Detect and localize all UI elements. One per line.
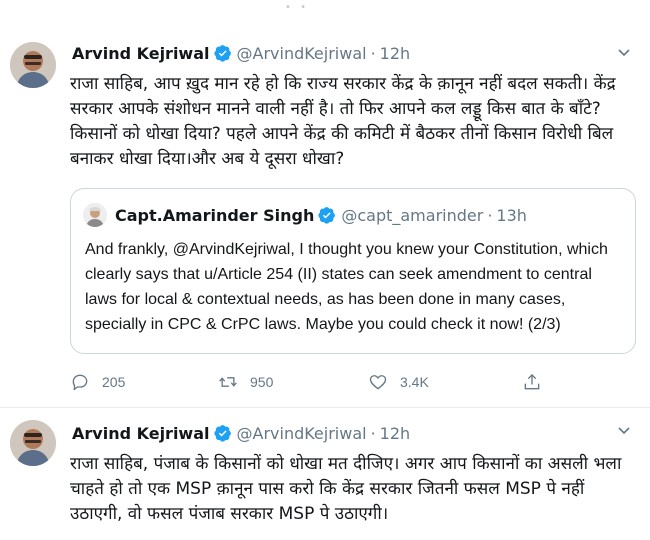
previous-tweet-edge: • • — [0, 0, 650, 14]
like-count: 3.4K — [400, 374, 429, 390]
verified-badge-icon — [318, 207, 336, 224]
retweet-button[interactable]: 950 — [218, 370, 273, 394]
quoted-header: Capt.Amarinder Singh @capt_amarinder · 1… — [115, 203, 527, 227]
reply-count: 205 — [102, 374, 126, 390]
tweet[interactable]: Arvind Kejriwal @ArvindKejriwal · 12h रा… — [0, 410, 650, 540]
avatar[interactable] — [10, 420, 56, 466]
quoted-tweet[interactable]: Capt.Amarinder Singh @capt_amarinder · 1… — [70, 188, 636, 354]
separator-dot: · — [370, 423, 376, 443]
separator-dot: · — [370, 43, 376, 63]
quoted-avatar — [83, 203, 107, 227]
share-button[interactable] — [522, 370, 542, 394]
verified-badge-icon — [213, 45, 231, 62]
chevron-down-icon[interactable] — [616, 44, 632, 60]
author-handle[interactable]: @ArvindKejriwal — [237, 44, 367, 63]
retweet-count: 950 — [250, 374, 274, 390]
reply-icon — [72, 374, 88, 391]
quoted-time: 13h — [496, 205, 527, 225]
avatar[interactable] — [10, 42, 56, 88]
tweet-text: राजा साहिब, आप ख़ुद मान रहे हो कि राज्य … — [70, 74, 616, 169]
more-dots: • • — [285, 2, 309, 13]
separator-dot: · — [487, 205, 493, 225]
reply-button[interactable]: 205 — [70, 370, 125, 394]
share-icon — [524, 373, 540, 390]
author-name[interactable]: Arvind Kejriwal — [72, 424, 210, 443]
verified-badge-icon — [213, 425, 231, 442]
retweet-icon — [219, 377, 237, 387]
tweet-text: राजा साहिब, पंजाब के किसानों को धोखा मत … — [70, 454, 622, 524]
quoted-author-name: Capt.Amarinder Singh — [115, 205, 315, 225]
tweet-actions: 205 950 3.4K — [70, 370, 550, 394]
quoted-text: And frankly, @ArvindKejriwal, I thought … — [85, 241, 608, 333]
author-name[interactable]: Arvind Kejriwal — [72, 44, 210, 63]
tweet-header: Arvind Kejriwal @ArvindKejriwal · 12h — [72, 42, 410, 64]
heart-icon — [369, 375, 387, 390]
tweet[interactable]: Arvind Kejriwal @ArvindKejriwal · 12h रा… — [0, 28, 650, 408]
quoted-author-handle: @capt_amarinder — [341, 205, 484, 225]
tweet-time[interactable]: 12h — [380, 424, 411, 443]
like-button[interactable]: 3.4K — [368, 370, 429, 394]
tweet-time[interactable]: 12h — [380, 44, 411, 63]
chevron-down-icon[interactable] — [616, 422, 632, 438]
author-handle[interactable]: @ArvindKejriwal — [237, 424, 367, 443]
tweet-header: Arvind Kejriwal @ArvindKejriwal · 12h — [72, 422, 410, 444]
